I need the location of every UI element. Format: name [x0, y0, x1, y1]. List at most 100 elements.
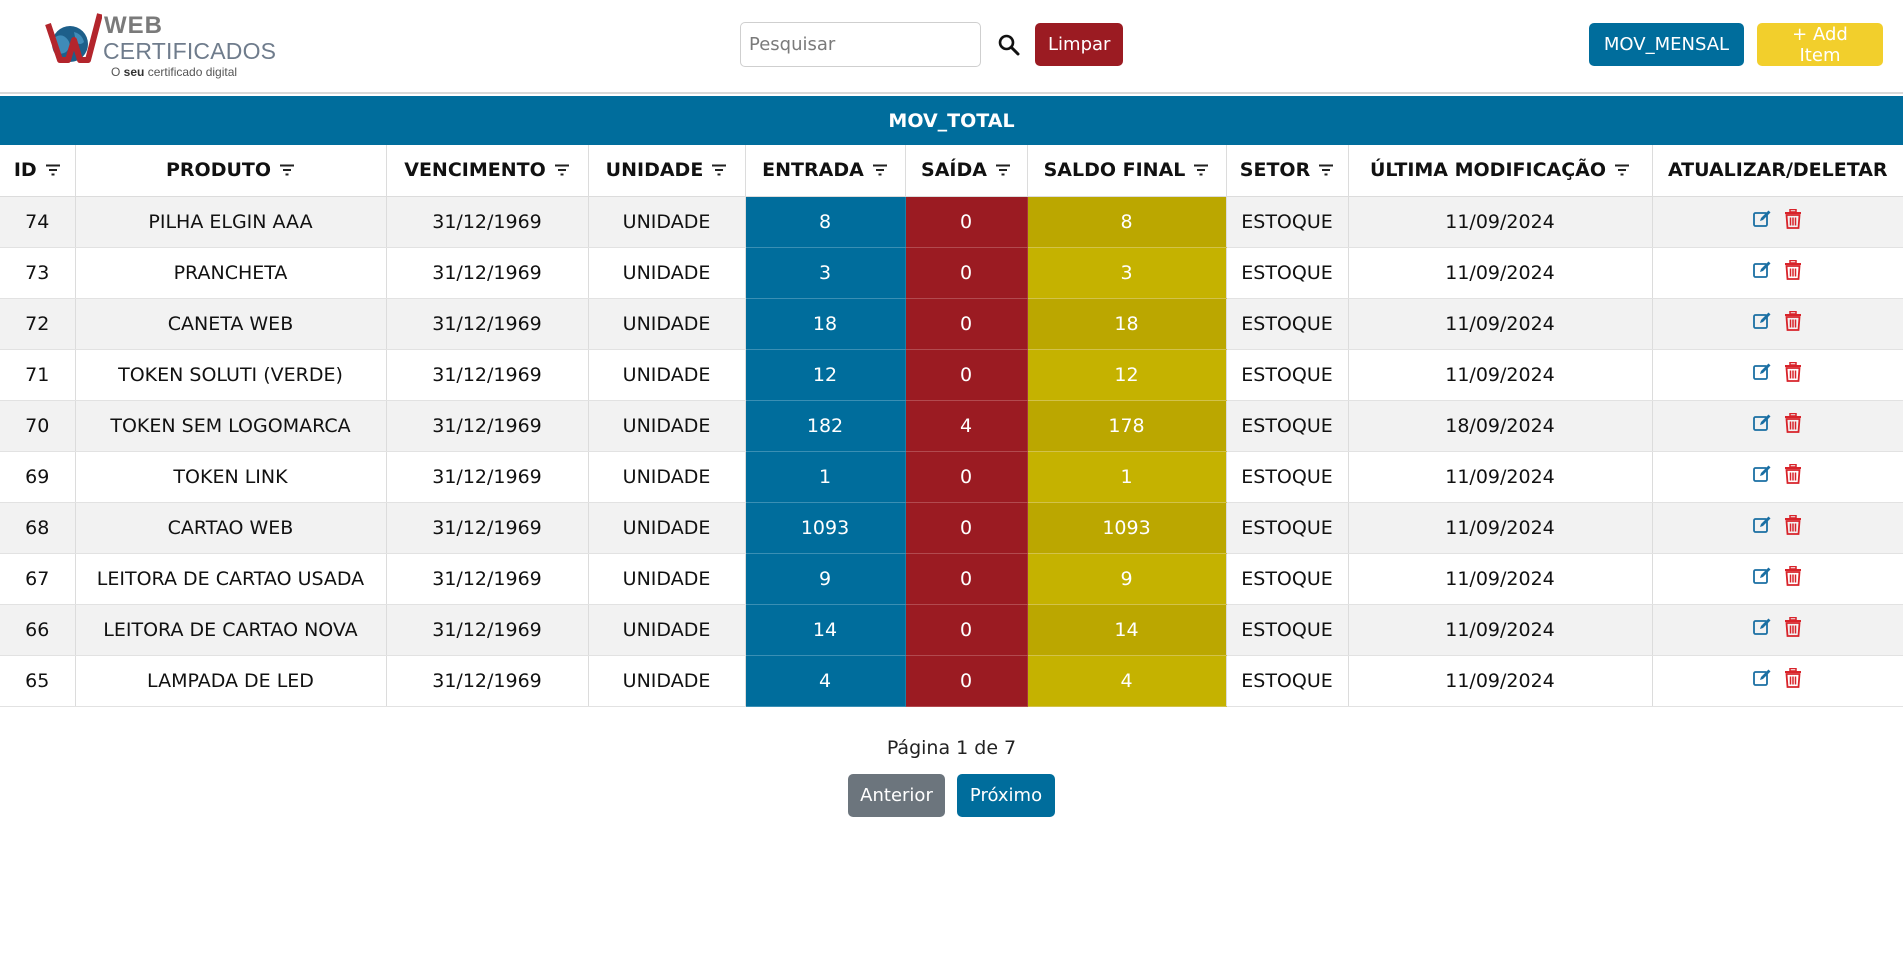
delete-icon[interactable] [1784, 617, 1804, 637]
column-header-ultima-modificacao[interactable]: ÚLTIMA MODIFICAÇÃO [1348, 145, 1653, 197]
cell-id: 66 [0, 604, 76, 656]
column-header-label: ATUALIZAR/DELETAR [1667, 159, 1888, 182]
edit-icon[interactable] [1752, 413, 1772, 433]
delete-icon[interactable] [1784, 362, 1804, 382]
column-header-produto[interactable]: PRODUTO [75, 145, 387, 197]
cell-actions [1652, 349, 1903, 401]
delete-icon[interactable] [1784, 260, 1804, 280]
cell-id: 69 [0, 451, 76, 503]
filter-icon[interactable] [45, 164, 61, 176]
cell-entrada: 4 [745, 655, 906, 707]
cell-produto: PILHA ELGIN AAA [75, 196, 387, 248]
edit-icon[interactable] [1752, 260, 1772, 280]
cell-produto: PRANCHETA [75, 247, 387, 299]
cell-vencimento: 31/12/1969 [386, 196, 589, 248]
cell-actions [1652, 655, 1903, 707]
column-header-vencimento[interactable]: VENCIMENTO [386, 145, 589, 197]
column-header-id[interactable]: ID [0, 145, 76, 197]
clear-search-button[interactable]: Limpar [1035, 23, 1124, 66]
cell-ultima-modificacao: 18/09/2024 [1348, 400, 1653, 452]
cell-entrada: 182 [745, 400, 906, 452]
cell-actions [1652, 451, 1903, 503]
cell-unidade: UNIDADE [588, 196, 746, 248]
table-row: 66 LEITORA DE CARTAO NOVA 31/12/1969 UNIDAD… [0, 604, 1903, 656]
cell-entrada: 18 [745, 298, 906, 350]
next-page-button[interactable]: Próximo [957, 774, 1055, 817]
column-header-label: PRODUTO [165, 159, 272, 182]
add-item-button[interactable]: + Add Item [1757, 23, 1883, 66]
cell-id: 73 [0, 247, 76, 299]
web-certificados-logo[interactable]: WEB CERTIFICADOS O seu certificado digit… [44, 8, 276, 84]
filter-icon[interactable] [279, 164, 295, 176]
cell-entrada: 8 [745, 196, 906, 248]
column-header-saida[interactable]: SAÍDA [905, 145, 1028, 197]
search-button[interactable] [989, 25, 1029, 65]
cell-setor: ESTOQUE [1226, 553, 1349, 605]
cell-setor: ESTOQUE [1226, 247, 1349, 299]
column-header-label: ÚLTIMA MODIFICAÇÃO [1369, 159, 1607, 182]
filter-icon[interactable] [1318, 164, 1334, 176]
table-row: 71 TOKEN SOLUTI (VERDE) 31/12/1969 UNIDADE 1… [0, 349, 1903, 401]
cell-saldo-final: 178 [1027, 400, 1227, 452]
table-row: 74 PILHA ELGIN AAA 31/12/1969 UNIDADE 8 0 8 EST… [0, 196, 1903, 248]
cell-saldo-final: 3 [1027, 247, 1227, 299]
filter-icon[interactable] [554, 164, 570, 176]
monthly-movement-button[interactable]: MOV_MENSAL [1589, 23, 1744, 66]
cell-unidade: UNIDADE [588, 553, 746, 605]
edit-icon[interactable] [1752, 566, 1772, 586]
cell-vencimento: 31/12/1969 [386, 400, 589, 452]
column-header-saldo-final[interactable]: SALDO FINAL [1027, 145, 1227, 197]
cell-ultima-modificacao: 11/09/2024 [1348, 553, 1653, 605]
column-header-unidade[interactable]: UNIDADE [588, 145, 746, 197]
cell-saida: 0 [905, 604, 1028, 656]
delete-icon[interactable] [1784, 464, 1804, 484]
cell-vencimento: 31/12/1969 [386, 502, 589, 554]
column-header-setor[interactable]: SETOR [1226, 145, 1349, 197]
filter-icon[interactable] [995, 164, 1011, 176]
cell-setor: ESTOQUE [1226, 196, 1349, 248]
delete-icon[interactable] [1784, 413, 1804, 433]
cell-saida: 0 [905, 247, 1028, 299]
filter-icon[interactable] [1614, 164, 1630, 176]
cell-saldo-final: 8 [1027, 196, 1227, 248]
cell-ultima-modificacao: 11/09/2024 [1348, 451, 1653, 503]
column-header-entrada[interactable]: ENTRADA [745, 145, 906, 197]
cell-entrada: 12 [745, 349, 906, 401]
cell-unidade: UNIDADE [588, 400, 746, 452]
cell-produto: TOKEN SOLUTI (VERDE) [75, 349, 387, 401]
cell-id: 71 [0, 349, 76, 401]
edit-icon[interactable] [1752, 209, 1772, 229]
cell-actions [1652, 604, 1903, 656]
cell-setor: ESTOQUE [1226, 604, 1349, 656]
cell-saldo-final: 4 [1027, 655, 1227, 707]
search-input[interactable] [740, 22, 981, 67]
edit-icon[interactable] [1752, 362, 1772, 382]
page-indicator: Página 1 de 7 [886, 737, 1017, 759]
delete-icon[interactable] [1784, 668, 1804, 688]
previous-page-button[interactable]: Anterior [848, 774, 945, 817]
filter-icon[interactable] [872, 164, 888, 176]
filter-icon[interactable] [1193, 164, 1209, 176]
cell-unidade: UNIDADE [588, 502, 746, 554]
table-row: 70 TOKEN SEM LOGOMARCA 31/12/1969 UNIDADE 18… [0, 400, 1903, 452]
delete-icon[interactable] [1784, 209, 1804, 229]
edit-icon[interactable] [1752, 617, 1772, 637]
filter-icon[interactable] [711, 164, 727, 176]
edit-icon[interactable] [1752, 311, 1772, 331]
cell-entrada: 3 [745, 247, 906, 299]
cell-saida: 0 [905, 196, 1028, 248]
column-header-label: SAÍDA [921, 159, 987, 182]
delete-icon[interactable] [1784, 566, 1804, 586]
cell-id: 68 [0, 502, 76, 554]
cell-vencimento: 31/12/1969 [386, 604, 589, 656]
cell-actions [1652, 247, 1903, 299]
search-bar: Limpar [740, 22, 1124, 67]
column-header-label: SALDO FINAL [1043, 159, 1186, 182]
cell-saldo-final: 1093 [1027, 502, 1227, 554]
edit-icon[interactable] [1752, 668, 1772, 688]
edit-icon[interactable] [1752, 464, 1772, 484]
delete-icon[interactable] [1784, 311, 1804, 331]
cell-saida: 0 [905, 349, 1028, 401]
delete-icon[interactable] [1784, 515, 1804, 535]
edit-icon[interactable] [1752, 515, 1772, 535]
